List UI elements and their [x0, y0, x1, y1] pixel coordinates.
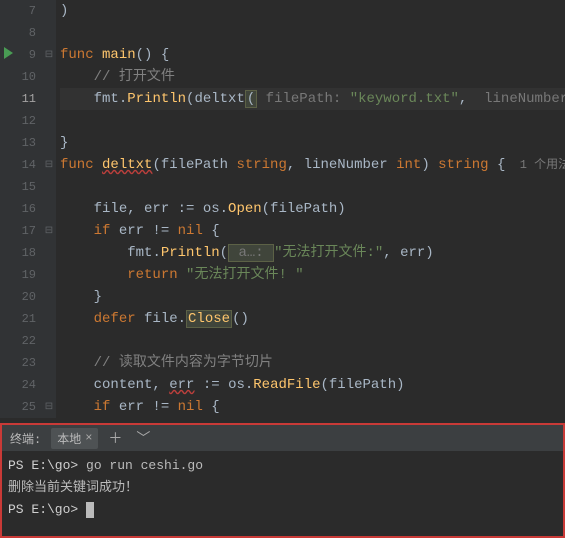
line-number: 15	[0, 176, 36, 198]
terminal-output[interactable]: PS E:\go> go run ceshi.go 删除当前关键词成功！ PS …	[2, 451, 563, 525]
fold-icon[interactable]	[42, 0, 56, 22]
line-number: 7	[0, 0, 36, 22]
line-number: 13	[0, 132, 36, 154]
line-number: 9	[0, 44, 36, 66]
fold-icon[interactable]: ⊟	[42, 44, 56, 66]
usage-hint[interactable]: 1 个用法	[505, 158, 565, 172]
code-content[interactable]: ) func main() { // 打开文件 fmt.Println(delt…	[56, 0, 565, 418]
fold-gutter: ⊟ ⊟ ⊟ ⊟	[42, 0, 56, 418]
run-gutter-icon[interactable]	[4, 47, 13, 59]
close-icon[interactable]: ×	[85, 431, 92, 445]
terminal-tab-label: 本地	[57, 430, 81, 447]
terminal-cursor	[86, 502, 94, 518]
line-number: 21	[0, 308, 36, 330]
terminal-panel[interactable]: 终端: 本地 × ＋ ﹀ PS E:\go> go run ceshi.go 删…	[0, 423, 565, 538]
line-number: 8	[0, 22, 36, 44]
line-number: 19	[0, 264, 36, 286]
line-number: 12	[0, 110, 36, 132]
line-number: 22	[0, 330, 36, 352]
line-number: 16	[0, 198, 36, 220]
fold-icon[interactable]: ⊟	[42, 220, 56, 242]
fold-icon[interactable]: ⊟	[42, 396, 56, 418]
code-editor[interactable]: 7 8 9 10 11 12 13 14 15 16 17 18 19 20 2…	[0, 0, 565, 418]
line-number: 20	[0, 286, 36, 308]
line-number: 17	[0, 220, 36, 242]
line-number: 10	[0, 66, 36, 88]
line-number-gutter: 7 8 9 10 11 12 13 14 15 16 17 18 19 20 2…	[0, 0, 42, 418]
fold-icon[interactable]: ⊟	[42, 154, 56, 176]
terminal-tabbar: 终端: 本地 × ＋ ﹀	[2, 425, 563, 451]
terminal-tab[interactable]: 本地 ×	[51, 428, 98, 449]
line-number: 24	[0, 374, 36, 396]
line-number: 25	[0, 396, 36, 418]
terminal-title: 终端:	[6, 430, 45, 447]
line-number: 14	[0, 154, 36, 176]
line-number: 23	[0, 352, 36, 374]
line-number: 11	[0, 88, 36, 110]
new-terminal-icon[interactable]: ＋	[104, 428, 126, 448]
terminal-dropdown-icon[interactable]: ﹀	[132, 428, 154, 448]
line-number: 18	[0, 242, 36, 264]
